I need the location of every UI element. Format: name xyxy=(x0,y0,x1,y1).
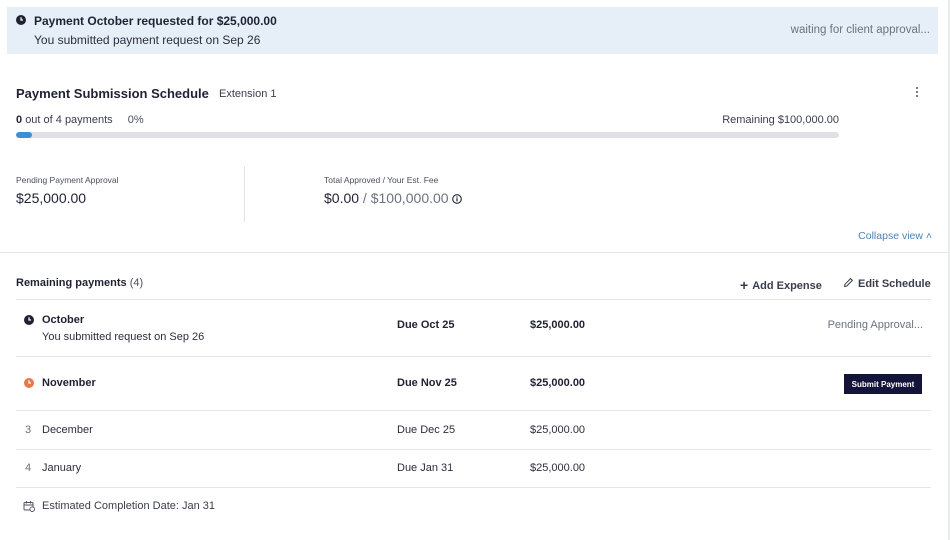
remaining-payments-heading: Remaining payments (4) xyxy=(16,277,143,289)
collapse-view-link[interactable]: Collapse view ˄ xyxy=(858,230,932,242)
info-icon[interactable] xyxy=(451,194,462,204)
progress-count: 0 xyxy=(16,114,23,126)
payment-due: Due Dec 25 xyxy=(397,424,456,436)
payment-due: Due Nov 25 xyxy=(397,377,457,389)
row-divider xyxy=(16,299,931,300)
kebab-icon[interactable] xyxy=(915,87,919,99)
payment-due: Due Oct 25 xyxy=(397,319,455,331)
payment-amount: $25,000.00 xyxy=(530,377,586,389)
payment-amount: $25,000.00 xyxy=(530,424,586,436)
progress-bar-fill xyxy=(16,132,33,138)
row-divider xyxy=(16,356,931,357)
total-fee: $100,000.00 xyxy=(370,190,449,206)
progress-bar xyxy=(16,132,839,138)
payment-number: 4 xyxy=(25,462,32,474)
total-value: $0.00 / $100,000.00 xyxy=(324,190,462,206)
add-expense-label: Add Expense xyxy=(752,280,822,292)
submit-payment-button[interactable]: Submit Payment xyxy=(844,374,922,394)
progress-summary: 0 out of 4 payments 0% xyxy=(16,114,144,126)
total-label: Total Approved / Your Est. Fee xyxy=(324,175,439,185)
extension-label: Extension 1 xyxy=(219,88,277,100)
row-divider xyxy=(16,449,931,450)
payment-name: November xyxy=(42,377,96,389)
payment-due: Due Jan 31 xyxy=(397,462,454,474)
remaining-payments-count: (4) xyxy=(129,277,144,289)
payment-request-banner: Payment October requested for $25,000.00… xyxy=(7,7,938,54)
clock-warning-icon xyxy=(24,378,34,388)
pending-label: Pending Payment Approval xyxy=(16,175,119,185)
estimated-completion: Estimated Completion Date: Jan 31 xyxy=(42,500,216,512)
remaining-payments-label: Remaining payments xyxy=(16,277,127,289)
payment-status: Pending Approval... xyxy=(827,319,923,331)
stat-divider xyxy=(244,166,245,222)
payment-amount: $25,000.00 xyxy=(530,319,586,331)
calendar-icon xyxy=(23,501,35,512)
payment-subtitle: You submitted request on Sep 26 xyxy=(42,331,205,343)
plus-icon: + xyxy=(740,277,749,293)
row-divider xyxy=(16,487,931,488)
add-expense-button[interactable]: + Add Expense xyxy=(740,277,822,293)
payment-number: 3 xyxy=(25,424,32,436)
payment-name: October xyxy=(42,314,85,326)
total-separator: / xyxy=(359,190,371,206)
edit-schedule-button[interactable]: Edit Schedule xyxy=(843,277,931,290)
progress-suffix: out of 4 payments xyxy=(25,114,113,126)
edit-schedule-label: Edit Schedule xyxy=(858,278,931,290)
clock-icon xyxy=(16,15,26,25)
schedule-title: Payment Submission Schedule xyxy=(16,86,209,101)
payment-name: December xyxy=(42,424,93,436)
banner-subtitle: You submitted payment request on Sep 26 xyxy=(34,33,261,47)
banner-title: Payment October requested for $25,000.00 xyxy=(34,14,277,28)
progress-percent: 0% xyxy=(127,114,144,126)
pending-value: $25,000.00 xyxy=(16,190,87,206)
total-approved: $0.00 xyxy=(324,190,360,206)
pencil-icon xyxy=(843,277,854,288)
row-divider xyxy=(16,410,931,411)
banner-status: waiting for client approval... xyxy=(790,24,930,36)
payment-name: January xyxy=(42,462,82,474)
clock-icon xyxy=(24,315,34,325)
remaining-amount: Remaining $100,000.00 xyxy=(722,114,839,126)
payment-amount: $25,000.00 xyxy=(530,462,586,474)
section-divider xyxy=(0,252,948,253)
